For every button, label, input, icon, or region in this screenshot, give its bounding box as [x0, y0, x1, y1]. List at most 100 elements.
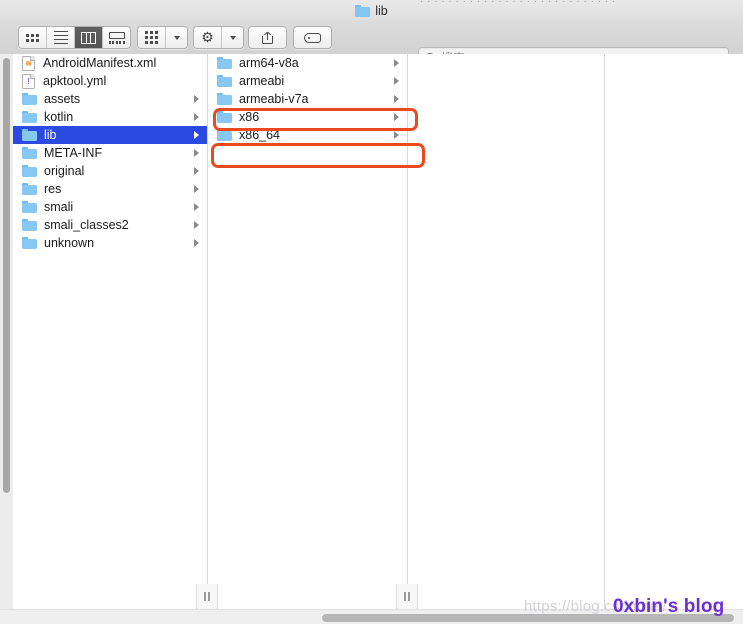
file-name-label: kotlin — [44, 110, 74, 124]
file-name-label: AndroidManifest.xml — [43, 56, 157, 70]
folder-icon — [217, 57, 232, 69]
folder-icon — [22, 183, 37, 195]
disclosure-triangle-icon[interactable] — [194, 167, 199, 175]
file-name-label: armeabi-v7a — [239, 92, 309, 106]
column-resize-handle[interactable] — [396, 584, 418, 609]
file-row[interactable]: META-INF — [13, 144, 207, 162]
file-name-label: META-INF — [44, 146, 103, 160]
list-view-button[interactable] — [47, 27, 75, 48]
vertical-scrollbar[interactable] — [0, 54, 13, 609]
tag-icon — [304, 32, 321, 43]
disclosure-triangle-icon[interactable] — [194, 185, 199, 193]
file-row[interactable]: unknown — [13, 234, 207, 252]
disclosure-triangle-icon[interactable] — [194, 95, 199, 103]
file-row[interactable]: smali — [13, 198, 207, 216]
file-name-label: x86 — [239, 110, 260, 124]
action-menu-chevron[interactable] — [222, 27, 243, 48]
finder-window: · · · · · · · · · · · · · · · · · · · · … — [0, 0, 743, 624]
folder-icon — [22, 129, 37, 141]
arrange-by-control[interactable] — [137, 26, 188, 49]
folder-icon — [22, 165, 37, 177]
file-name-label: lib — [44, 128, 57, 142]
file-name-label: apktool.yml — [43, 74, 107, 88]
column-browser: ≋ AndroidManifest.xml! apktool.yml assets ko… — [0, 54, 743, 609]
gallery-icon — [108, 31, 125, 44]
chevron-down-icon — [229, 35, 236, 40]
file-row[interactable]: lib — [13, 126, 207, 144]
gallery-view-button[interactable] — [103, 27, 130, 48]
arrange-by-button[interactable] — [138, 27, 166, 48]
folder-icon — [217, 93, 232, 105]
arrange-by-chevron[interactable] — [166, 27, 187, 48]
file-name-label: smali_classes2 — [44, 218, 129, 232]
watermark-blog-name: 0xbin's blog — [613, 596, 725, 617]
toolbar: ⚙ 搜索 — [0, 21, 743, 68]
xml-file-icon: ≋ — [22, 55, 35, 71]
icon-view-button[interactable] — [19, 27, 47, 48]
folder-icon — [22, 147, 37, 159]
yml-file-icon: ! — [22, 73, 35, 89]
disclosure-triangle-icon[interactable] — [194, 113, 199, 121]
share-button[interactable] — [248, 26, 287, 49]
column-view-button[interactable] — [75, 27, 103, 48]
disclosure-triangle-icon[interactable] — [394, 59, 399, 67]
folder-icon — [22, 219, 37, 231]
disclosure-triangle-icon[interactable] — [194, 239, 199, 247]
disclosure-triangle-icon[interactable] — [194, 221, 199, 229]
gear-icon: ⚙ — [201, 29, 214, 45]
file-column-2: arm64-v8a armeabi armeabi-v7a x86 x86_64 — [208, 54, 408, 609]
file-column-4 — [605, 54, 743, 609]
file-name-label: assets — [44, 92, 81, 106]
file-column-1: ≋ AndroidManifest.xml! apktool.yml assets ko… — [13, 54, 208, 609]
file-row[interactable]: smali_classes2 — [13, 216, 207, 234]
folder-icon — [217, 111, 232, 123]
column-icon — [81, 31, 96, 44]
title-bar: · · · · · · · · · · · · · · · · · · · · … — [0, 0, 743, 21]
file-column-3 — [408, 54, 605, 609]
window-title-group: lib — [0, 2, 743, 20]
action-menu-control[interactable]: ⚙ — [193, 26, 244, 49]
folder-icon — [22, 111, 37, 123]
chevron-down-icon — [173, 35, 180, 40]
file-row[interactable]: original — [13, 162, 207, 180]
disclosure-triangle-icon[interactable] — [394, 95, 399, 103]
grid-icon — [26, 33, 39, 42]
file-name-label: armeabi — [239, 74, 285, 88]
file-name-label: res — [44, 182, 62, 196]
file-row[interactable]: res — [13, 180, 207, 198]
file-row[interactable]: armeabi-v7a — [208, 90, 407, 108]
file-row[interactable]: ! apktool.yml — [13, 72, 207, 90]
action-menu-button[interactable]: ⚙ — [194, 27, 222, 48]
folder-icon — [217, 75, 232, 87]
file-row[interactable]: ≋ AndroidManifest.xml — [13, 54, 207, 72]
folder-icon — [22, 93, 37, 105]
disclosure-triangle-icon[interactable] — [194, 149, 199, 157]
disclosure-triangle-icon[interactable] — [194, 131, 199, 139]
column-resize-handle[interactable] — [196, 584, 218, 609]
disclosure-triangle-icon[interactable] — [394, 113, 399, 121]
share-icon — [262, 31, 273, 44]
folder-icon — [217, 129, 232, 141]
file-row[interactable]: x86_64 — [208, 126, 407, 144]
file-name-label: original — [44, 164, 85, 178]
vertical-scrollbar-thumb[interactable] — [3, 58, 10, 493]
disclosure-triangle-icon[interactable] — [394, 131, 399, 139]
folder-icon — [22, 201, 37, 213]
file-name-label: arm64-v8a — [239, 56, 299, 70]
disclosure-triangle-icon[interactable] — [194, 203, 199, 211]
file-row[interactable]: x86 — [208, 108, 407, 126]
folder-icon — [355, 5, 371, 17]
file-name-label: x86_64 — [239, 128, 281, 142]
folder-icon — [22, 237, 37, 249]
file-name-label: smali — [44, 200, 74, 214]
file-name-label: unknown — [44, 236, 95, 250]
file-row[interactable]: arm64-v8a — [208, 54, 407, 72]
file-row[interactable]: kotlin — [13, 108, 207, 126]
group-icon — [145, 31, 158, 44]
list-icon — [53, 30, 68, 45]
file-row[interactable]: armeabi — [208, 72, 407, 90]
file-row[interactable]: assets — [13, 90, 207, 108]
view-mode-segmented-control — [18, 26, 131, 49]
tag-button[interactable] — [293, 26, 332, 49]
disclosure-triangle-icon[interactable] — [394, 77, 399, 85]
